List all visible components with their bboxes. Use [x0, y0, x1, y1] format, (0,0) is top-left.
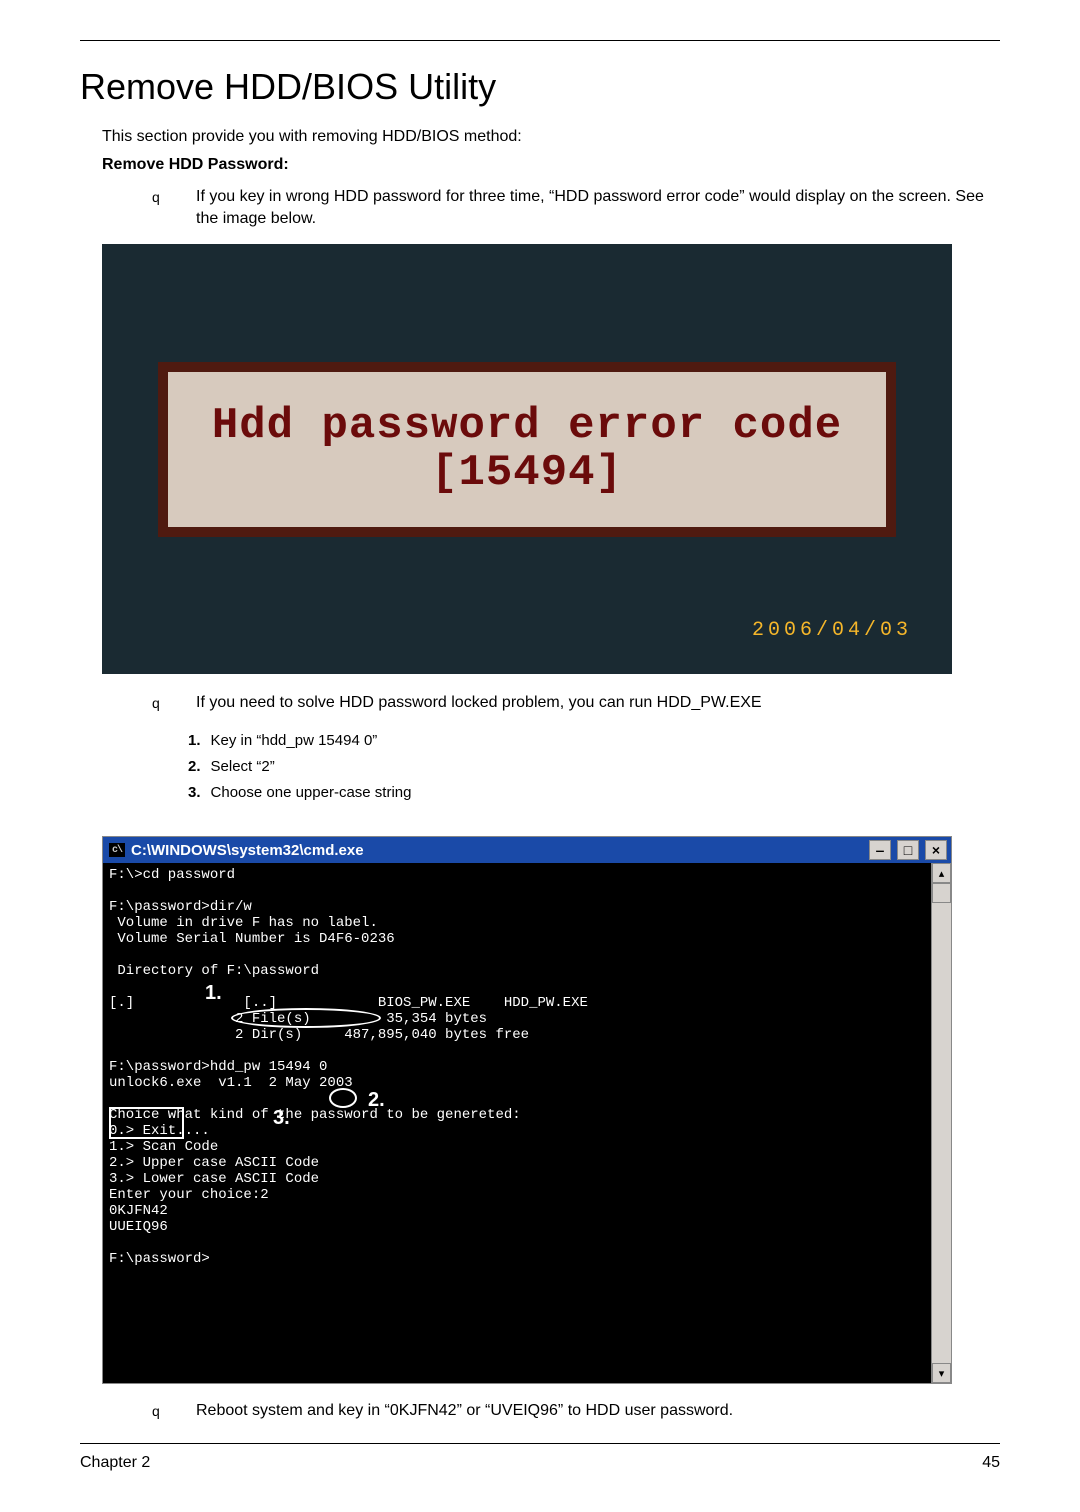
bullet-text: If you need to solve HDD password locked… [196, 692, 1000, 714]
footer-rule [80, 1443, 1000, 1444]
bullet-3: q Reboot system and key in “0KJFN42” or … [152, 1400, 1000, 1422]
step-text-2: Select “2” [211, 754, 275, 780]
cmd-output: F:\>cd password F:\password>dir/w Volume… [109, 867, 588, 1267]
oval-annot-1 [231, 1008, 381, 1028]
cmd-title: C:\WINDOWS\system32\cmd.exe [131, 842, 364, 859]
scroll-down-icon[interactable]: ▾ [932, 1363, 951, 1383]
oval-annot-2 [329, 1088, 357, 1108]
bullet-1: q If you key in wrong HDD password for t… [152, 186, 1000, 230]
page-title: Remove HDD/BIOS Utility [80, 66, 1000, 108]
page-footer: Chapter 2 45 [80, 1443, 1000, 1472]
close-button[interactable]: × [925, 840, 947, 860]
intro-text: This section provide you with removing H… [102, 128, 1000, 146]
maximize-button[interactable]: □ [897, 840, 919, 860]
error-line1: Hdd password error code [212, 403, 842, 449]
step-num-1: 1. [188, 728, 201, 754]
step-num-3: 3. [188, 780, 201, 806]
steps-list: 1. Key in “hdd_pw 15494 0” 2. Select “2” 3… [188, 728, 1000, 806]
photo-date: 2006/04/03 [752, 619, 912, 642]
bullet-marker: q [152, 186, 162, 207]
bullet-marker: q [152, 692, 162, 713]
cmd-titlebar: c\ C:\WINDOWS\system32\cmd.exe ‒ □ × [103, 837, 951, 863]
step-text-3: Choose one upper-case string [211, 780, 412, 806]
scrollbar[interactable]: ▴ ▾ [931, 863, 951, 1383]
bullet-text: If you key in wrong HDD password for thr… [196, 186, 1000, 230]
minimize-button[interactable]: ‒ [869, 840, 891, 860]
annotation-1: 1. [205, 985, 222, 1001]
step-text-1: Key in “hdd_pw 15494 0” [211, 728, 378, 754]
scroll-up-icon[interactable]: ▴ [932, 863, 951, 883]
step-num-2: 2. [188, 754, 201, 780]
error-band: Hdd password error code [15494] [158, 362, 896, 537]
bullet-text: Reboot system and key in “0KJFN42” or “U… [196, 1400, 1000, 1422]
scroll-thumb[interactable] [932, 883, 951, 903]
figure-cmd-window: c\ C:\WINDOWS\system32\cmd.exe ‒ □ × F:\… [102, 836, 952, 1384]
bullet-2: q If you need to solve HDD password lock… [152, 692, 1000, 714]
footer-page-number: 45 [982, 1454, 1000, 1472]
cmd-console: F:\>cd password F:\password>dir/w Volume… [103, 863, 931, 1383]
annotation-2: 2. [368, 1092, 385, 1108]
bullet-marker: q [152, 1400, 162, 1421]
box-annot-3 [109, 1107, 184, 1139]
error-line2: [15494] [431, 450, 623, 496]
annotation-3: 3. [273, 1110, 290, 1126]
footer-chapter: Chapter 2 [80, 1454, 150, 1472]
cmd-icon: c\ [109, 843, 125, 857]
subhead: Remove HDD Password: [102, 156, 1000, 174]
figure-hdd-error: Hdd password error code [15494] 2006/04/… [102, 244, 952, 674]
top-rule [80, 40, 1000, 41]
